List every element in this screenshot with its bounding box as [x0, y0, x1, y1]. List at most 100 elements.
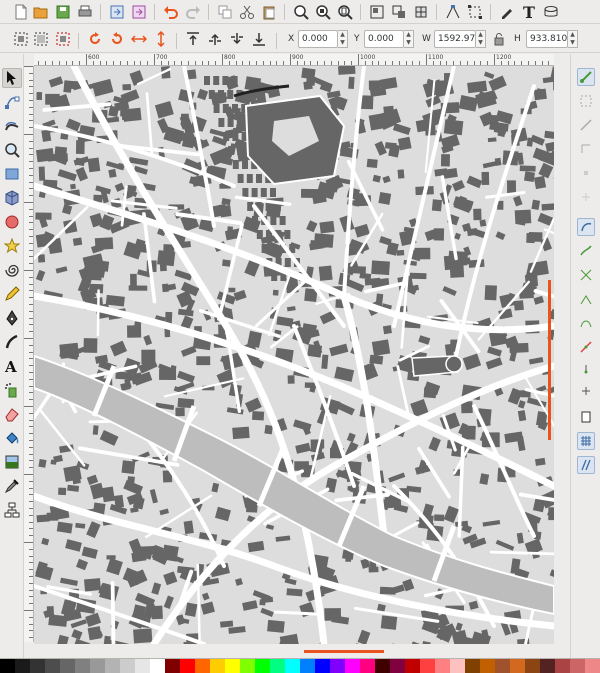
horizontal-ruler[interactable]: 600700800900100011001200: [34, 54, 554, 66]
palette-swatch[interactable]: [495, 659, 510, 673]
lower-to-bottom-icon[interactable]: [250, 30, 268, 48]
palette-swatch[interactable]: [15, 659, 30, 673]
snap-bbox-center-icon[interactable]: [577, 188, 595, 206]
zoom-drawing-icon[interactable]: [314, 3, 332, 21]
palette-swatch[interactable]: [0, 659, 15, 673]
palette-swatch[interactable]: [60, 659, 75, 673]
palette-swatch[interactable]: [360, 659, 375, 673]
layers-icon[interactable]: [412, 3, 430, 21]
palette-swatch[interactable]: [345, 659, 360, 673]
palette-swatch[interactable]: [135, 659, 150, 673]
ungroup-icon[interactable]: [390, 3, 408, 21]
palette-swatch[interactable]: [435, 659, 450, 673]
palette-swatch[interactable]: [255, 659, 270, 673]
snap-page-border-icon[interactable]: [577, 408, 595, 426]
palette-swatch[interactable]: [525, 659, 540, 673]
palette-swatch[interactable]: [105, 659, 120, 673]
snap-line-midpoint-icon[interactable]: [577, 338, 595, 356]
tweak-tool-icon[interactable]: [2, 116, 22, 136]
calligraphy-tool-icon[interactable]: [2, 332, 22, 352]
palette-swatch[interactable]: [555, 659, 570, 673]
xml-editor-icon[interactable]: [542, 3, 560, 21]
pencil-tool-icon[interactable]: [2, 284, 22, 304]
snap-rotation-center-icon[interactable]: [577, 382, 595, 400]
flip-horizontal-icon[interactable]: [130, 30, 148, 48]
snap-bbox-icon[interactable]: [577, 92, 595, 110]
palette-swatch[interactable]: [150, 659, 165, 673]
palette-swatch[interactable]: [165, 659, 180, 673]
star-tool-icon[interactable]: [2, 236, 22, 256]
x-field[interactable]: 0.000: [298, 30, 338, 48]
paste-icon[interactable]: [260, 3, 278, 21]
palette-swatch[interactable]: [75, 659, 90, 673]
horizontal-scroll-thumb[interactable]: [304, 650, 384, 653]
palette-swatch[interactable]: [300, 659, 315, 673]
palette-swatch[interactable]: [120, 659, 135, 673]
palette-swatch[interactable]: [540, 659, 555, 673]
connector-tool-icon[interactable]: [2, 500, 22, 520]
snap-enable-icon[interactable]: [577, 68, 595, 86]
snap-object-midpoint-icon[interactable]: [577, 360, 595, 378]
redo-icon[interactable]: [184, 3, 202, 21]
h-field[interactable]: 933.810: [526, 30, 568, 48]
palette-swatch[interactable]: [585, 659, 600, 673]
snap-cusp-nodes-icon[interactable]: [577, 290, 595, 308]
deselect-icon[interactable]: [54, 30, 72, 48]
spiral-tool-icon[interactable]: [2, 260, 22, 280]
x-spinner[interactable]: ▲▼: [338, 30, 348, 48]
palette-swatch[interactable]: [375, 659, 390, 673]
duplicate-icon[interactable]: [216, 3, 234, 21]
palette-swatch[interactable]: [195, 659, 210, 673]
snap-guides-icon[interactable]: [577, 456, 595, 474]
import-icon[interactable]: [108, 3, 126, 21]
3d-box-tool-icon[interactable]: [2, 188, 22, 208]
zoom-selection-icon[interactable]: [292, 3, 310, 21]
new-document-icon[interactable]: [12, 3, 30, 21]
raise-icon[interactable]: [206, 30, 224, 48]
palette-swatch[interactable]: [480, 659, 495, 673]
lock-ratio-icon[interactable]: [490, 30, 508, 48]
save-icon[interactable]: [54, 3, 72, 21]
snap-grid-icon[interactable]: [577, 432, 595, 450]
lower-icon[interactable]: [228, 30, 246, 48]
vertical-ruler[interactable]: [24, 66, 34, 642]
horizontal-scrollbar[interactable]: [34, 644, 554, 658]
h-spinner[interactable]: ▲▼: [568, 30, 578, 48]
fill-stroke-icon[interactable]: [498, 3, 516, 21]
snap-smooth-nodes-icon[interactable]: [577, 314, 595, 332]
gradient-tool-icon[interactable]: [2, 452, 22, 472]
palette-swatch[interactable]: [420, 659, 435, 673]
palette-swatch[interactable]: [570, 659, 585, 673]
rotate-ccw-icon[interactable]: [86, 30, 104, 48]
palette-swatch[interactable]: [180, 659, 195, 673]
eraser-tool-icon[interactable]: [2, 404, 22, 424]
snap-nodes-icon[interactable]: [577, 218, 595, 236]
palette-swatch[interactable]: [450, 659, 465, 673]
export-icon[interactable]: [130, 3, 148, 21]
cut-icon[interactable]: [238, 3, 256, 21]
y-spinner[interactable]: ▲▼: [404, 30, 414, 48]
zoom-page-icon[interactable]: [336, 3, 354, 21]
node-editor-icon[interactable]: [444, 3, 462, 21]
palette-swatch[interactable]: [510, 659, 525, 673]
text-tool-icon[interactable]: A: [2, 356, 22, 376]
dropper-tool-icon[interactable]: [2, 476, 22, 496]
snap-bbox-edge-icon[interactable]: [577, 116, 595, 134]
node-tool-icon[interactable]: [2, 92, 22, 112]
open-folder-icon[interactable]: [32, 3, 50, 21]
undo-icon[interactable]: [162, 3, 180, 21]
w-field[interactable]: 1592.97: [434, 30, 476, 48]
palette-swatch[interactable]: [465, 659, 480, 673]
raise-to-top-icon[interactable]: [184, 30, 202, 48]
palette-swatch[interactable]: [210, 659, 225, 673]
rectangle-tool-icon[interactable]: [2, 164, 22, 184]
palette-swatch[interactable]: [45, 659, 60, 673]
zoom-tool-icon[interactable]: [2, 140, 22, 160]
select-all-icon[interactable]: [12, 30, 30, 48]
palette-swatch[interactable]: [225, 659, 240, 673]
selector-tool-icon[interactable]: [2, 68, 22, 88]
palette-swatch[interactable]: [270, 659, 285, 673]
pen-tool-icon[interactable]: [2, 308, 22, 328]
flip-vertical-icon[interactable]: [152, 30, 170, 48]
select-all-layers-icon[interactable]: [32, 30, 50, 48]
